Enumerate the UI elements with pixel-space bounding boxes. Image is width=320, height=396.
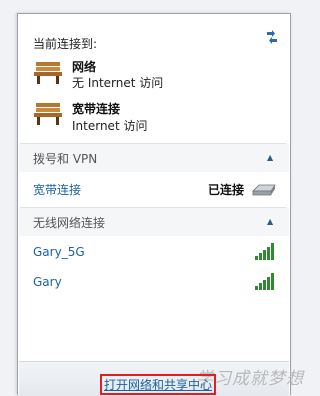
wifi-network-gary-5g[interactable]: Gary_5G <box>33 245 85 259</box>
open-network-sharing-center-link[interactable]: 打开网络和共享中心 <box>100 374 217 395</box>
current-connection-header: 当前连接到: <box>33 37 98 51</box>
modem-icon <box>252 184 276 196</box>
dialup-section-label: 拨号和 VPN <box>33 152 98 166</box>
refresh-icon[interactable] <box>263 29 281 45</box>
connection-name: 宽带连接 <box>72 102 121 116</box>
chevron-up-icon[interactable]: ▲ <box>267 153 273 162</box>
network-flyout: 当前连接到: 网络 无 Internet 访问 宽带连接 Internet 访问… <box>17 13 303 396</box>
wireless-section-label: 无线网络连接 <box>33 216 106 230</box>
connection-status: Internet 访问 <box>72 119 148 133</box>
connection-status: 无 Internet 访问 <box>72 76 164 90</box>
signal-strength-icon <box>255 273 274 290</box>
bench-icon <box>34 103 62 125</box>
wifi-network-gary[interactable]: Gary <box>33 275 62 289</box>
chevron-up-icon[interactable]: ▲ <box>267 217 273 226</box>
signal-strength-icon <box>255 243 274 260</box>
bench-icon <box>34 62 62 84</box>
connection-name: 网络 <box>72 60 97 74</box>
connection-status-connected: 已连接 <box>208 183 245 197</box>
broadband-connection-link[interactable]: 宽带连接 <box>33 181 81 198</box>
